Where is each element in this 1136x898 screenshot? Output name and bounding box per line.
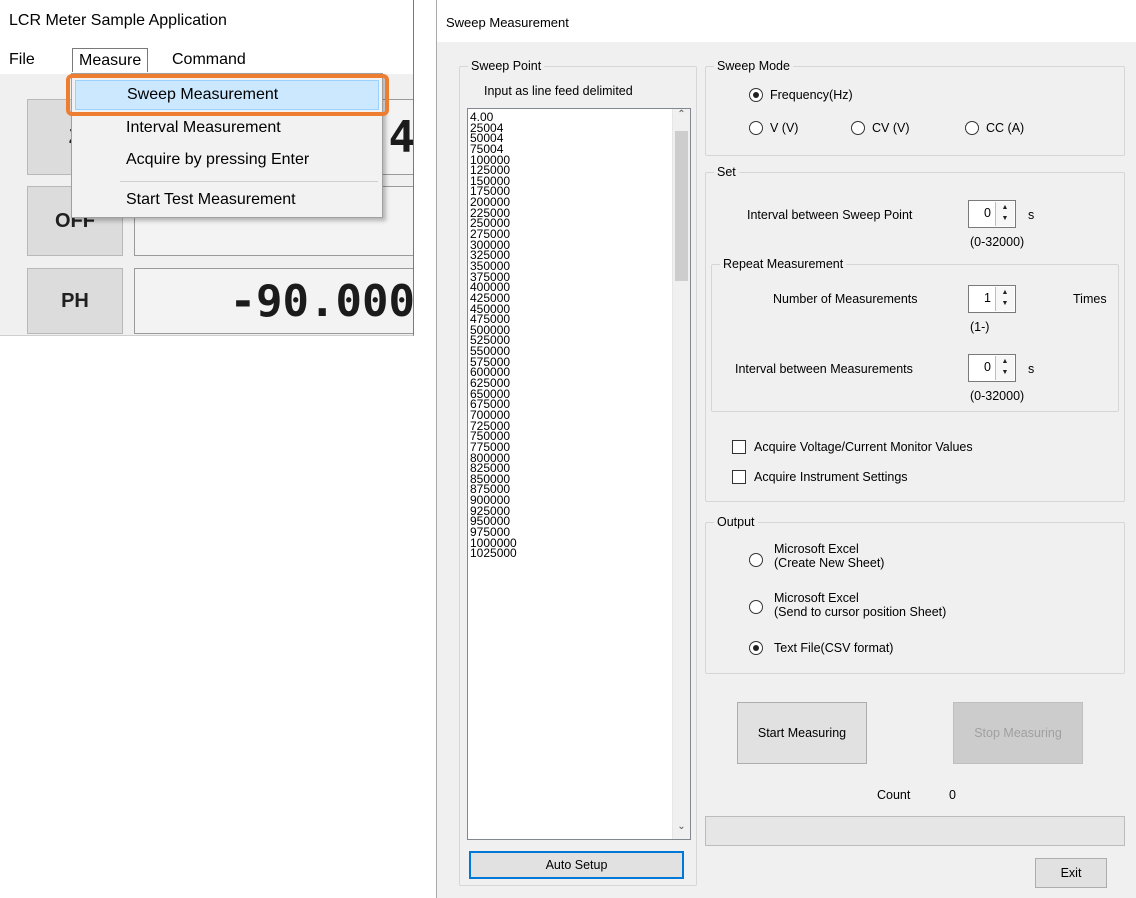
radio-cv-label: CV (V) [872,121,910,135]
excel-cursor-line1: Microsoft Excel [774,591,859,605]
menu-bar: File Measure Command [0,40,413,74]
instrument-settings-label: Acquire Instrument Settings [754,470,908,484]
set-group-label: Set [714,165,739,179]
measurement-count-value: 1 [984,291,991,305]
interval-sweep-unit: s [1028,208,1035,222]
sweep-mode-group-label: Sweep Mode [714,59,793,73]
menu-separator [120,181,378,182]
sweep-mode-group: Sweep Mode [705,59,1125,156]
measurement-count-input[interactable]: 1 ▲ ▼ [968,285,1016,313]
sweep-point-hint: Input as line feed delimited [484,84,633,98]
radio-excel-cursor[interactable] [749,600,763,614]
radio-cc-label: CC (A) [986,121,1025,135]
radio-frequency-label: Frequency(Hz) [770,88,853,102]
dialog-title: Sweep Measurement [437,0,1136,42]
spinner-icon[interactable]: ▲ ▼ [995,356,1014,380]
menu-measure[interactable]: Measure [72,48,149,72]
interval-measure-unit: s [1028,362,1035,376]
interval-measure-range: (0-32000) [970,389,1025,403]
measurement-count-unit: Times [1073,292,1107,306]
interval-measure-input[interactable]: 0 ▲ ▼ [968,354,1016,382]
output-group-label: Output [714,515,758,529]
radio-excel-new-label: Microsoft Excel (Create New Sheet) [774,542,884,570]
measurement-count-label: Number of Measurements [773,292,918,306]
interval-measure-label: Interval between Measurements [735,362,913,376]
radio-text-file[interactable] [749,641,763,655]
radio-cc[interactable] [965,121,979,135]
radio-frequency[interactable] [749,88,763,102]
highlight-frame [66,74,389,116]
repeat-group: Repeat Measurement [711,257,1119,412]
instrument-settings-checkbox[interactable] [732,470,746,484]
window-title: LCR Meter Sample Application [0,0,413,40]
stop-measuring-button[interactable]: Stop Measuring [953,702,1083,764]
spinner-icon[interactable]: ▲ ▼ [995,287,1014,311]
sweep-point-lines: 4.00 25004 50004 75004 100000 125000 150000 175… [470,111,517,561]
radio-excel-new[interactable] [749,553,763,567]
interval-sweep-label: Interval between Sweep Point [747,208,913,222]
menu-command[interactable]: Command [166,48,252,72]
auto-setup-button[interactable]: Auto Setup [469,851,684,879]
interval-sweep-range: (0-32000) [970,235,1025,249]
ph-button[interactable]: PH [27,268,123,334]
menu-item-interval-measurement[interactable]: Interval Measurement [75,114,379,144]
excel-cursor-line2: (Send to cursor position Sheet) [774,605,947,619]
spinner-icon[interactable]: ▲ ▼ [995,202,1014,226]
sweep-point-line: 1025000 [470,546,517,561]
radio-cv[interactable] [851,121,865,135]
exit-button[interactable]: Exit [1035,858,1107,888]
interval-measure-value: 0 [984,360,991,374]
scroll-up-icon[interactable]: ⌃ [673,109,690,127]
radio-v[interactable] [749,121,763,135]
repeat-group-label: Repeat Measurement [720,257,847,271]
excel-new-line1: Microsoft Excel [774,542,859,556]
radio-excel-cursor-label: Microsoft Excel (Send to cursor position… [774,591,946,619]
radio-v-label: V (V) [770,121,799,135]
ph-readout: -90.000 [134,268,413,334]
count-label: Count [877,788,911,802]
sweep-point-group-label: Sweep Point [468,59,545,73]
menu-item-acquire-enter[interactable]: Acquire by pressing Enter [75,146,379,176]
progress-bar [705,816,1125,846]
scroll-thumb[interactable] [675,131,688,281]
measurement-count-range: (1-) [970,320,990,334]
sweep-point-list[interactable]: 4.00 25004 50004 75004 100000 125000 150000 175… [467,108,691,840]
radio-text-file-label: Text File(CSV format) [774,641,894,655]
monitor-values-label: Acquire Voltage/Current Monitor Values [754,440,973,454]
sweep-dialog: Sweep Measurement Sweep Point Input as l… [436,0,1136,898]
list-scrollbar[interactable]: ⌃ ⌄ [672,109,690,839]
count-value: 0 [949,788,956,802]
main-window: LCR Meter Sample Application File Measur… [0,0,414,336]
excel-new-line2: (Create New Sheet) [774,556,885,570]
monitor-values-checkbox[interactable] [732,440,746,454]
start-measuring-button[interactable]: Start Measuring [737,702,867,764]
interval-sweep-value: 0 [984,206,991,220]
scroll-down-icon[interactable]: ⌄ [673,821,690,839]
menu-item-start-test[interactable]: Start Test Measurement [75,186,379,216]
interval-sweep-input[interactable]: 0 ▲ ▼ [968,200,1016,228]
menu-file[interactable]: File [3,48,41,72]
